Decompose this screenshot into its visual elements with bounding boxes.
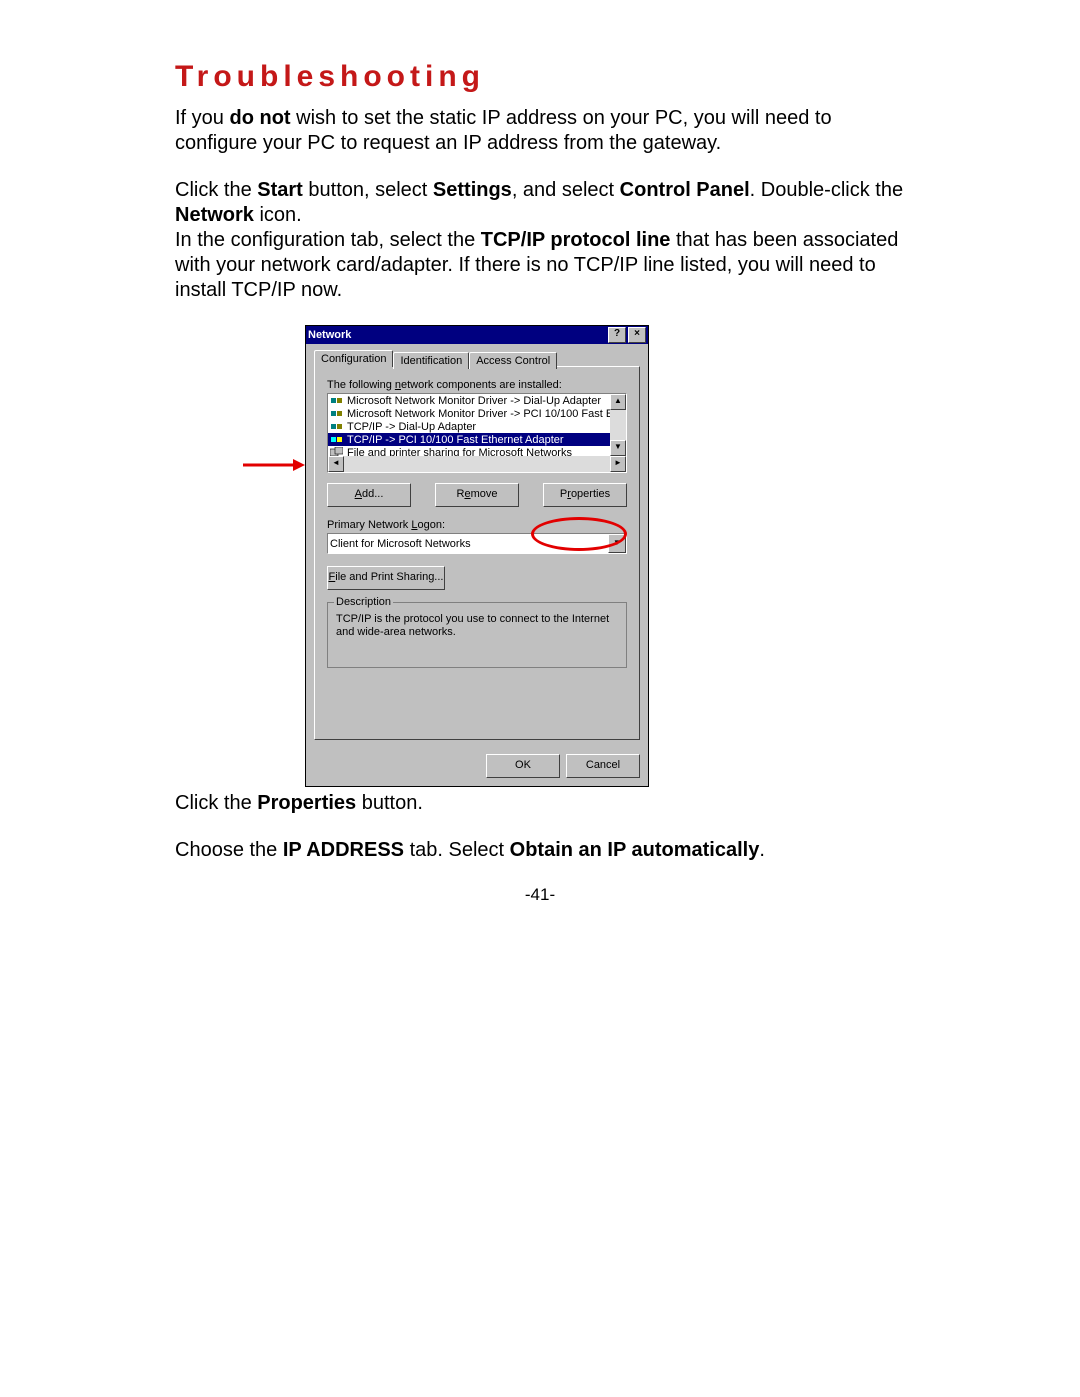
dialog-titlebar: Network ? × xyxy=(306,326,648,344)
properties-step: Click the Properties button. xyxy=(175,791,905,816)
network-dialog: Network ? × Configuration Identification… xyxy=(305,325,649,787)
components-listbox[interactable]: Microsoft Network Monitor Driver -> Dial… xyxy=(327,393,627,473)
vertical-scrollbar[interactable]: ▲ ▼ xyxy=(610,394,626,456)
tab-identification[interactable]: Identification xyxy=(393,352,469,369)
scroll-up-button[interactable]: ▲ xyxy=(610,394,626,410)
list-item[interactable]: Microsoft Network Monitor Driver -> PCI … xyxy=(328,407,610,420)
page-number: -41- xyxy=(175,885,905,905)
tab-configuration[interactable]: Configuration xyxy=(314,350,393,367)
components-label: The following network components are ins… xyxy=(327,379,627,391)
page-title: Troubleshooting xyxy=(175,60,905,94)
protocol-icon xyxy=(330,434,343,445)
logon-label: Primary Network Logon: xyxy=(327,519,627,531)
help-button[interactable]: ? xyxy=(608,327,626,343)
add-button[interactable]: Add... xyxy=(327,483,411,507)
steps-paragraph: Click the Start button, select Settings,… xyxy=(175,178,905,228)
horizontal-scrollbar[interactable]: ◄ ► xyxy=(328,456,626,472)
red-arrow-annotation xyxy=(243,458,305,472)
description-text: TCP/IP is the protocol you use to connec… xyxy=(336,613,618,638)
network-dialog-screenshot: Network ? × Configuration Identification… xyxy=(175,325,905,755)
ok-button[interactable]: OK xyxy=(486,754,560,778)
file-print-sharing-button[interactable]: File and Print Sharing... xyxy=(327,566,445,590)
list-item[interactable]: Microsoft Network Monitor Driver -> Dial… xyxy=(328,394,610,407)
description-group: Description TCP/IP is the protocol you u… xyxy=(327,602,627,668)
configuration-panel: The following network components are ins… xyxy=(314,366,640,740)
scroll-right-button[interactable]: ► xyxy=(610,456,626,472)
remove-button[interactable]: Remove xyxy=(435,483,519,507)
scroll-left-button[interactable]: ◄ xyxy=(328,456,344,472)
protocol-icon xyxy=(330,408,343,419)
dialog-title: Network xyxy=(308,329,351,341)
protocol-icon xyxy=(330,395,343,406)
tab-access-control[interactable]: Access Control xyxy=(469,352,557,369)
protocol-icon xyxy=(330,421,343,432)
list-item[interactable]: TCP/IP -> Dial-Up Adapter xyxy=(328,420,610,433)
intro-paragraph: If you do not wish to set the static IP … xyxy=(175,106,905,156)
description-title: Description xyxy=(334,596,393,608)
scroll-down-button[interactable]: ▼ xyxy=(610,440,626,456)
config-paragraph: In the configuration tab, select the TCP… xyxy=(175,228,905,303)
close-button[interactable]: × xyxy=(628,327,646,343)
properties-button[interactable]: Properties xyxy=(543,483,627,507)
ipaddress-step: Choose the IP ADDRESS tab. Select Obtain… xyxy=(175,838,905,863)
list-item-selected[interactable]: TCP/IP -> PCI 10/100 Fast Ethernet Adapt… xyxy=(328,433,610,446)
primary-logon-dropdown[interactable]: Client for Microsoft Networks xyxy=(327,533,627,554)
cancel-button[interactable]: Cancel xyxy=(566,754,640,778)
